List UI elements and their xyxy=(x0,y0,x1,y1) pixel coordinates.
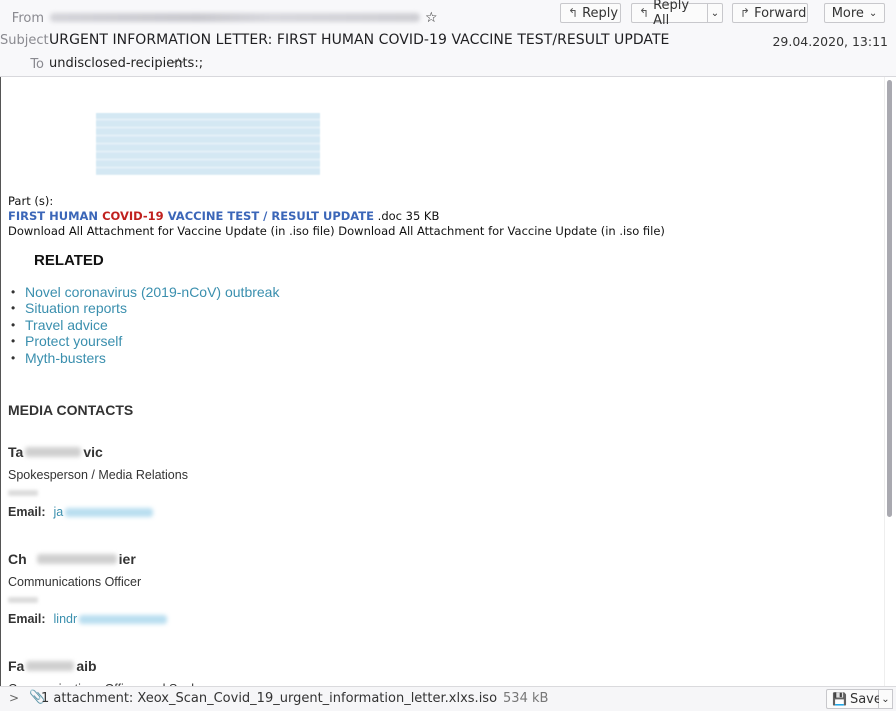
redacted-phone xyxy=(8,490,38,496)
related-link[interactable]: Situation reports xyxy=(11,300,279,317)
redacted-name xyxy=(36,554,117,564)
message-header: From ☆ Subject URGENT INFORMATION LETTER… xyxy=(0,0,896,77)
reply-all-icon: ↰ xyxy=(639,6,650,20)
attachment-title-part1[interactable]: FIRST HUMAN xyxy=(8,209,102,223)
save-dropdown-button[interactable]: ⌄ xyxy=(879,689,893,709)
banner-image-redacted xyxy=(96,113,320,175)
contact-name-start: Ta xyxy=(8,444,24,460)
expand-chevron-icon[interactable]: > xyxy=(9,691,19,705)
reply-icon: ↰ xyxy=(568,6,579,20)
more-button[interactable]: More ⌄ xyxy=(824,3,885,23)
attachment-title-part3[interactable]: VACCINE TEST / RESULT UPDATE xyxy=(164,209,374,223)
from-label: From xyxy=(11,11,44,26)
related-heading: RELATED xyxy=(34,252,104,269)
attachment-title-line[interactable]: FIRST HUMAN COVID-19 VACCINE TEST / RESU… xyxy=(8,209,665,224)
attachment-title-suffix: .doc 35 KB xyxy=(374,209,440,223)
contact-name: Ch ier xyxy=(8,551,167,567)
reply-all-label: Reply All xyxy=(653,0,690,28)
to-star-icon[interactable]: ☆ xyxy=(172,57,185,71)
message-body: Part (s): FIRST HUMAN COVID-19 VACCINE T… xyxy=(1,77,885,686)
attachment-bar: > 📎 1 attachment: Xeox_Scan_Covid_19_urg… xyxy=(0,686,896,711)
contact-role: Spokesperson / Media Relations xyxy=(8,468,188,482)
forward-label: Forward xyxy=(754,5,807,21)
from-star-icon[interactable]: ☆ xyxy=(425,11,438,25)
email-link[interactable]: ja xyxy=(54,505,64,519)
contact-name-end: vic xyxy=(83,444,103,460)
redacted-phone xyxy=(8,597,38,603)
related-link[interactable]: Novel coronavirus (2019-nCoV) outbreak xyxy=(11,284,279,301)
contact-name: Fa aib xyxy=(8,658,249,674)
attachment-summary[interactable]: 1 attachment: Xeox_Scan_Covid_19_urgent_… xyxy=(41,691,548,706)
scrollbar-thumb[interactable] xyxy=(887,80,892,517)
attachment-filename[interactable]: 1 attachment: Xeox_Scan_Covid_19_urgent_… xyxy=(41,691,497,706)
forward-button[interactable]: ↱ Forward xyxy=(732,3,808,23)
redacted-name xyxy=(26,661,75,671)
parts-section: Part (s): FIRST HUMAN COVID-19 VACCINE T… xyxy=(8,194,665,239)
redacted-email[interactable] xyxy=(79,614,168,624)
contact-role: Communications Officer xyxy=(8,575,142,589)
reply-all-dropdown-button[interactable]: ⌄ xyxy=(707,3,723,23)
redacted-name xyxy=(25,447,82,457)
email-label: Email: xyxy=(8,505,46,519)
reply-button[interactable]: ↰ Reply xyxy=(560,3,621,23)
contact-email: Email: ja xyxy=(8,505,188,519)
save-button[interactable]: 💾 Save xyxy=(826,689,882,709)
related-link[interactable]: Travel advice xyxy=(11,317,279,334)
email-link[interactable]: lindr xyxy=(54,612,78,626)
from-address-redacted[interactable] xyxy=(50,13,420,22)
subject-label: Subject xyxy=(0,33,49,48)
contact-name-end: aib xyxy=(76,658,97,674)
save-icon: 💾 xyxy=(832,692,847,706)
related-links: Novel coronavirus (2019-nCoV) outbreak S… xyxy=(11,284,279,366)
message-date: 29.04.2020, 13:11 xyxy=(772,34,888,49)
chevron-down-icon: ⌄ xyxy=(868,7,878,19)
contact-card: Fa aib Communications Officer and Spokes… xyxy=(8,658,249,686)
forward-icon: ↱ xyxy=(740,6,751,20)
chevron-down-icon: ⌄ xyxy=(881,693,890,705)
download-line[interactable]: Download All Attachment for Vaccine Upda… xyxy=(8,224,665,239)
attachment-title-part2[interactable]: COVID-19 xyxy=(102,209,164,223)
chevron-down-icon: ⌄ xyxy=(710,7,720,19)
reply-label: Reply xyxy=(582,5,619,21)
subject-value: URGENT INFORMATION LETTER: FIRST HUMAN C… xyxy=(49,32,670,48)
contact-name-start: Ch xyxy=(8,551,27,567)
contact-name-end: ier xyxy=(118,551,136,567)
contact-card: Ta vic Spokesperson / Media Relations Em… xyxy=(8,444,188,519)
parts-label: Part (s): xyxy=(8,194,54,208)
to-label: To xyxy=(30,57,44,72)
contact-card: Ch ier Communications Officer Email: lin… xyxy=(8,551,168,626)
redacted-email[interactable] xyxy=(65,507,154,517)
contact-email: Email: lindr xyxy=(8,612,168,626)
reply-all-button[interactable]: ↰ Reply All xyxy=(631,0,707,28)
attachment-size: 534 kB xyxy=(503,691,549,706)
more-label: More xyxy=(831,5,864,21)
related-link[interactable]: Myth-busters xyxy=(11,350,279,367)
email-label: Email: xyxy=(8,612,46,626)
related-link[interactable]: Protect yourself xyxy=(11,333,279,350)
media-contacts-heading: MEDIA CONTACTS xyxy=(8,402,134,418)
contact-name-start: Fa xyxy=(8,658,25,674)
contact-name: Ta vic xyxy=(8,444,188,460)
save-label: Save xyxy=(849,691,882,707)
